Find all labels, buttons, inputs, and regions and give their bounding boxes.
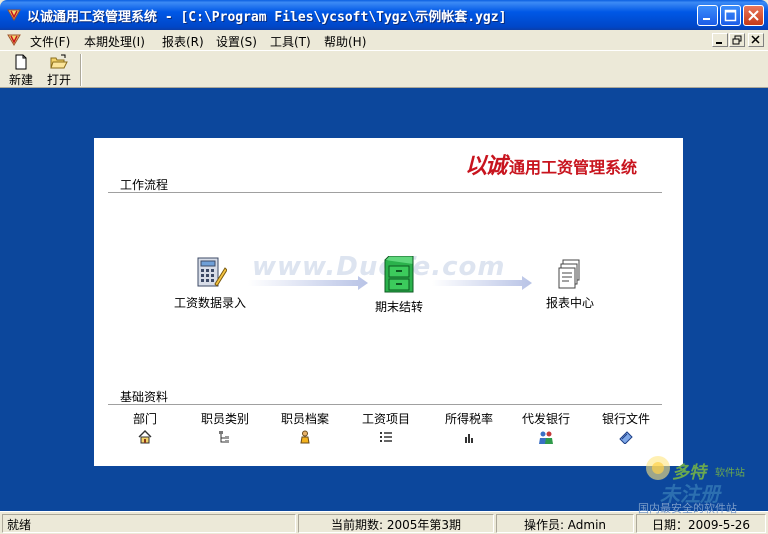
- person-icon: [300, 430, 310, 444]
- flow-report-center[interactable]: 报表中心: [540, 258, 600, 311]
- list-icon: [380, 432, 392, 442]
- flow-report-center-label: 报表中心: [545, 296, 594, 310]
- basic-staff-files-label: 职员档案: [280, 412, 329, 426]
- document-menu-icon[interactable]: [6, 32, 22, 48]
- maximize-icon: [724, 9, 737, 22]
- basic-payroll-bank-label: 代发银行: [521, 412, 570, 426]
- report-stack-icon: [558, 259, 580, 289]
- flow-salary-entry-label: 工资数据录入: [173, 296, 246, 310]
- maximize-button[interactable]: [720, 5, 741, 26]
- workflow-title: 工作流程: [120, 178, 169, 192]
- brand-name: 通用工资管理系统: [508, 158, 637, 177]
- new-file-icon: [15, 54, 27, 70]
- cabinet-icon: [384, 256, 414, 293]
- restore-icon: [732, 35, 742, 45]
- close-icon: [751, 35, 760, 44]
- bar-chart-icon: [465, 434, 473, 443]
- new-label: 新建: [8, 73, 33, 87]
- minimize-icon: [716, 42, 722, 44]
- hierarchy-icon: [219, 431, 229, 443]
- corner-watermark-suffix: 软件站: [715, 468, 745, 479]
- basic-staff-type-label: 职员类别: [200, 412, 249, 426]
- calculator-icon: [197, 257, 227, 287]
- status-ready: 就绪: [2, 514, 296, 533]
- flow-arrow-icon: [248, 276, 368, 290]
- workflow-divider: [108, 192, 662, 194]
- new-button[interactable]: 新建: [3, 53, 39, 87]
- flow-period-close[interactable]: 期末结转: [364, 256, 434, 315]
- menu-file[interactable]: 文件(F): [30, 33, 70, 50]
- basic-title: 基础资料: [120, 390, 169, 404]
- basic-tax-rate[interactable]: 所得税率: [434, 410, 504, 444]
- close-icon: [748, 10, 759, 21]
- card-icon: [619, 431, 633, 444]
- status-period: 当前期数: 2005年第3期: [298, 514, 494, 533]
- flow-period-close-label: 期末结转: [374, 300, 423, 314]
- basic-staff-files[interactable]: 职员档案: [270, 410, 340, 444]
- basic-staff-type[interactable]: 职员类别: [190, 410, 260, 444]
- minimize-button[interactable]: [697, 5, 718, 26]
- open-label: 打开: [46, 73, 71, 87]
- basic-salary-items[interactable]: 工资项目: [351, 410, 421, 444]
- title-bar[interactable]: 以诚通用工资管理系统 - [C:\Program Files\ycsoft\Ty…: [0, 0, 768, 30]
- basic-payroll-bank[interactable]: 代发银行: [511, 410, 581, 446]
- main-panel: 以诚 通用工资管理系统 工作流程 www.DuoTe.com 工资数据录入 期末…: [94, 138, 683, 466]
- flow-arrow-icon: [432, 276, 532, 290]
- basic-salary-items-label: 工资项目: [361, 412, 410, 426]
- toolbar: 新建 打开: [0, 50, 768, 88]
- child-restore-button[interactable]: [729, 33, 745, 47]
- corner-watermark-tagline: 国内最安全的软件站: [638, 502, 737, 515]
- child-close-button[interactable]: [748, 33, 764, 47]
- menu-period[interactable]: 本期处理(I): [84, 33, 145, 50]
- mdi-workspace: 以诚 通用工资管理系统 工作流程 www.DuoTe.com 工资数据录入 期末…: [0, 88, 768, 511]
- basic-bank-file-label: 银行文件: [601, 412, 650, 426]
- child-minimize-button[interactable]: [712, 33, 728, 47]
- window-title: 以诚通用工资管理系统 - [C:\Program Files\ycsoft\Ty…: [27, 10, 507, 25]
- house-icon: [138, 430, 152, 444]
- status-operator: 操作员: Admin: [496, 514, 634, 533]
- app-icon: [7, 9, 21, 21]
- basic-bank-file[interactable]: 银行文件: [591, 410, 661, 444]
- open-folder-icon: [50, 54, 68, 69]
- menu-report[interactable]: 报表(R): [162, 33, 204, 50]
- menu-settings[interactable]: 设置(S): [216, 33, 257, 50]
- basic-divider: [108, 404, 662, 406]
- menu-tools[interactable]: 工具(T): [270, 33, 311, 50]
- close-button[interactable]: [743, 5, 764, 26]
- menu-bar: 文件(F) 本期处理(I) 报表(R) 设置(S) 工具(T) 帮助(H): [0, 30, 768, 50]
- minimize-icon: [703, 18, 710, 20]
- open-button[interactable]: 打开: [41, 53, 77, 87]
- toolbar-separator: [80, 54, 82, 86]
- brand-title: 以诚 通用工资管理系统: [465, 148, 637, 180]
- basic-department-label: 部门: [132, 412, 157, 426]
- flow-salary-entry[interactable]: 工资数据录入: [172, 256, 248, 311]
- basic-department[interactable]: 部门: [110, 410, 180, 444]
- brand-logo: 以诚: [464, 153, 507, 179]
- menu-help[interactable]: 帮助(H): [324, 33, 366, 50]
- basic-tax-rate-label: 所得税率: [444, 412, 493, 426]
- bank-people-icon: [539, 431, 553, 444]
